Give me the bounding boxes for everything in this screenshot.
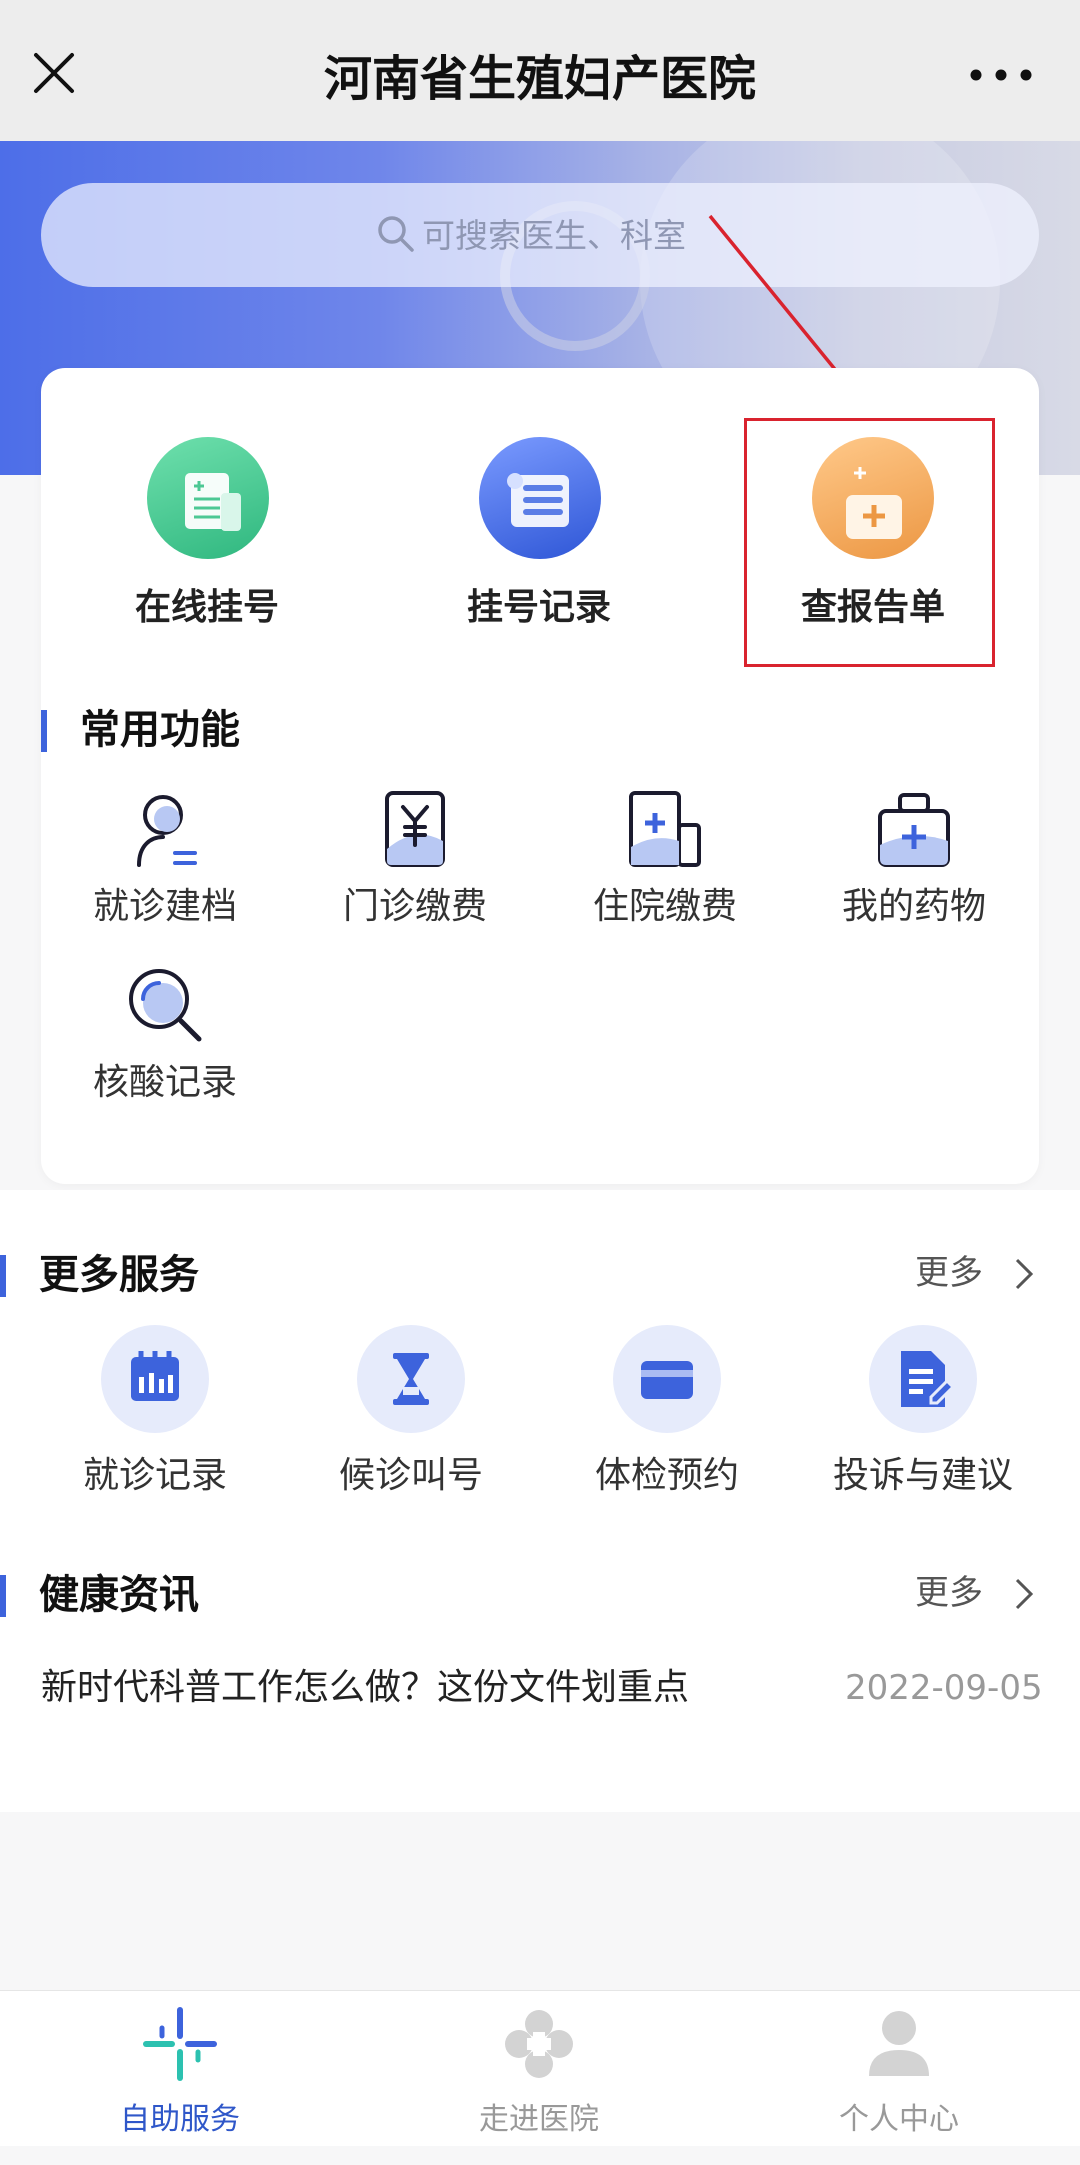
- section-title: 健康资讯: [39, 1572, 199, 1618]
- page-title: 河南省生殖妇产医院: [323, 51, 756, 107]
- scroll-record-icon[interactable]: [479, 437, 601, 559]
- section-marker: [0, 1575, 6, 1617]
- more-options-icon[interactable]: [966, 60, 1036, 90]
- service-label[interactable]: 体检预约: [537, 1451, 797, 1501]
- user-profile-icon[interactable]: [125, 789, 205, 869]
- section-marker: [41, 710, 47, 752]
- service-label[interactable]: 投诉与建议: [793, 1451, 1053, 1501]
- service-label[interactable]: 候诊叫号: [281, 1451, 541, 1501]
- calendar-icon[interactable]: [101, 1325, 209, 1433]
- section-marker: [0, 1255, 6, 1297]
- section-title: 更多服务: [39, 1252, 199, 1298]
- medicine-kit-icon[interactable]: [874, 789, 954, 869]
- tab-self-service[interactable]: 自助服务: [30, 2098, 330, 2142]
- news-item-date: 2022-09-05: [845, 1668, 1043, 1708]
- function-label[interactable]: 门诊缴费: [295, 882, 535, 932]
- news-item-title[interactable]: 新时代科普工作怎么做？这份文件划重点: [41, 1661, 689, 1715]
- more-services-link[interactable]: 更多: [915, 1248, 983, 1298]
- more-news-link[interactable]: 更多: [915, 1568, 983, 1618]
- quick-action-label[interactable]: 在线挂号: [77, 583, 337, 633]
- hospital-building-icon[interactable]: [625, 789, 705, 869]
- person-icon[interactable]: [861, 2006, 937, 2082]
- tab-hospital[interactable]: 走进医院: [389, 2098, 689, 2142]
- chevron-right-icon[interactable]: [1012, 1256, 1036, 1292]
- register-doc-icon[interactable]: [147, 437, 269, 559]
- hourglass-icon[interactable]: [357, 1325, 465, 1433]
- tab-personal-center[interactable]: 个人中心: [749, 2098, 1049, 2142]
- quick-action-label[interactable]: 挂号记录: [409, 583, 669, 633]
- self-service-icon[interactable]: [142, 2006, 218, 2082]
- hospital-flower-icon[interactable]: [501, 2006, 577, 2082]
- function-label[interactable]: 住院缴费: [545, 882, 785, 932]
- edit-document-icon[interactable]: [869, 1325, 977, 1433]
- function-label[interactable]: 核酸记录: [45, 1058, 285, 1108]
- card-icon[interactable]: [613, 1325, 721, 1433]
- search-placeholder: 可搜索医生、科室: [422, 216, 686, 255]
- yuan-payment-icon[interactable]: [375, 789, 455, 869]
- magnifier-icon[interactable]: [125, 965, 205, 1045]
- function-label[interactable]: 我的药物: [794, 882, 1034, 932]
- chevron-right-icon[interactable]: [1012, 1576, 1036, 1612]
- highlight-box: [744, 418, 995, 667]
- section-title: 常用功能: [80, 707, 240, 753]
- search-icon: [378, 216, 414, 252]
- service-label[interactable]: 就诊记录: [25, 1451, 285, 1501]
- function-label[interactable]: 就诊建档: [45, 882, 285, 932]
